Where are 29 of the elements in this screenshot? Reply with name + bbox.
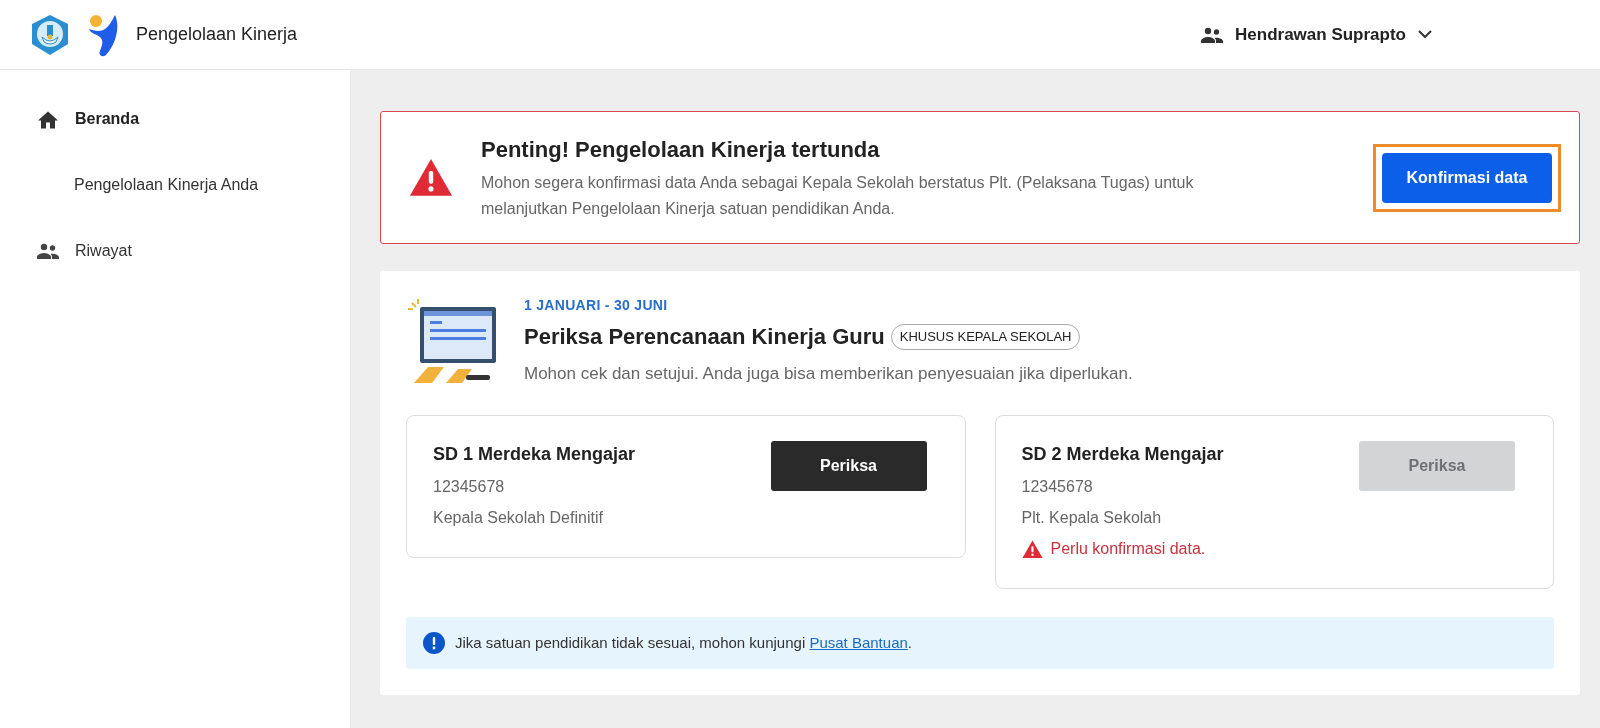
people-icon <box>37 243 59 259</box>
alert-message: Mohon segera konfirmasi data Anda sebagai Kepala Sekolah berstatus Plt. (Pelaksana Tugas) untuk melanjutkan Pengelolaan Kinerja satuan pendidikan Anda. <box>481 173 1195 219</box>
info-icon <box>423 632 445 654</box>
help-center-link[interactable]: Pusat Bantuan <box>809 633 908 651</box>
help-text: Jika satuan pendidikan tidak sesuai, mohon kunjungi Pusat Bantuan. <box>455 632 912 653</box>
user-menu[interactable]: Hendrawan Suprapto <box>1201 21 1432 48</box>
task-description: Mohon cek dan setujui. Anda juga bisa memberikan penyesuaian jika diperlukan. <box>524 363 1133 385</box>
app-title: Pengelolaan Kinerja <box>136 23 298 46</box>
sidebar-item[interactable]: Pengelolaan Kinerja Anda <box>0 172 350 198</box>
chevron-down-icon <box>1418 30 1432 39</box>
sidebar-item[interactable]: Riwayat <box>0 238 350 264</box>
school-role: Kepala Sekolah Definitif <box>433 508 604 528</box>
app-logo <box>86 12 120 57</box>
warning-text: Perlu konfirmasi data. <box>1050 539 1206 559</box>
school-name: SD 2 Merdeka Mengajar <box>1021 443 1225 466</box>
school-id: 12345678 <box>1021 477 1094 497</box>
alert-title: Penting! Pengelolaan Kinerja tertunda <box>481 136 881 164</box>
school-id: 12345678 <box>433 477 506 497</box>
warning-icon <box>1021 539 1043 559</box>
home-icon <box>37 109 59 129</box>
confirm-data-button[interactable]: Konfirmasi data <box>1382 152 1552 203</box>
period-label: 1 JANUARI - 30 JUNI <box>524 296 669 315</box>
check-button[interactable]: Periksa <box>770 441 927 491</box>
school-name: SD 1 Merdeka Mengajar <box>433 443 637 466</box>
people-icon <box>1201 26 1224 43</box>
school-role: Plt. Kepala Sekolah <box>1021 508 1163 528</box>
sidebar-item[interactable]: Beranda <box>0 106 350 132</box>
task-title: Periksa Perencanaan Kinerja Guru <box>524 323 885 351</box>
warning-icon <box>409 158 453 197</box>
